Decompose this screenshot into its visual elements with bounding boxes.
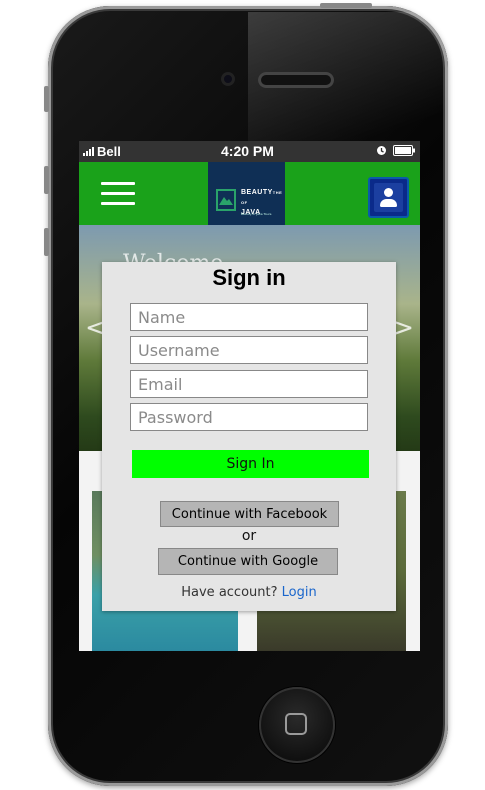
logo-line1: BEAUTY [241,189,273,196]
front-camera [221,72,235,86]
earpiece-speaker [258,72,334,88]
status-bar: Bell 4:20 PM [79,141,420,162]
phone-screen: Bell 4:20 PM BEAUTYTHE OF JAVA Beauty in… [79,141,420,651]
profile-button[interactable] [368,177,409,218]
logo-tagline: Beauty in Java Tours [241,212,272,216]
logo-mountain-icon [216,189,236,211]
alarm-icon [377,146,386,155]
volume-down-button [44,228,49,256]
home-button[interactable] [259,687,335,763]
account-prompt: Have account? Login [102,585,396,600]
username-input[interactable] [130,336,368,364]
account-prompt-text: Have account? [181,585,278,600]
password-input[interactable] [130,403,368,431]
or-separator: or [241,528,257,544]
mute-switch [44,86,49,112]
login-link[interactable]: Login [282,585,317,600]
google-button[interactable]: Continue with Google [158,548,338,575]
signin-button[interactable]: Sign In [132,450,369,478]
top-navbar: BEAUTYTHE OF JAVA Beauty in Java Tours [79,162,420,239]
volume-up-button [44,166,49,194]
logo-line2: OF [241,200,248,205]
status-right [376,145,415,156]
home-square-icon [285,713,307,735]
menu-icon[interactable] [101,182,135,206]
status-time: 4:20 PM [221,143,274,159]
carrier-label: Bell [83,144,121,159]
power-button [320,3,372,8]
carrier-name: Bell [97,144,121,159]
battery-icon [393,145,415,156]
signin-modal: Sign in Sign In Continue with Facebook o… [102,262,396,611]
signal-icon [83,147,94,156]
email-input[interactable] [130,370,368,398]
profile-icon [374,183,403,212]
name-input[interactable] [130,303,368,331]
facebook-button[interactable]: Continue with Facebook [160,501,339,527]
logo-superscript: THE [272,190,283,195]
modal-title: Sign in [212,265,286,290]
